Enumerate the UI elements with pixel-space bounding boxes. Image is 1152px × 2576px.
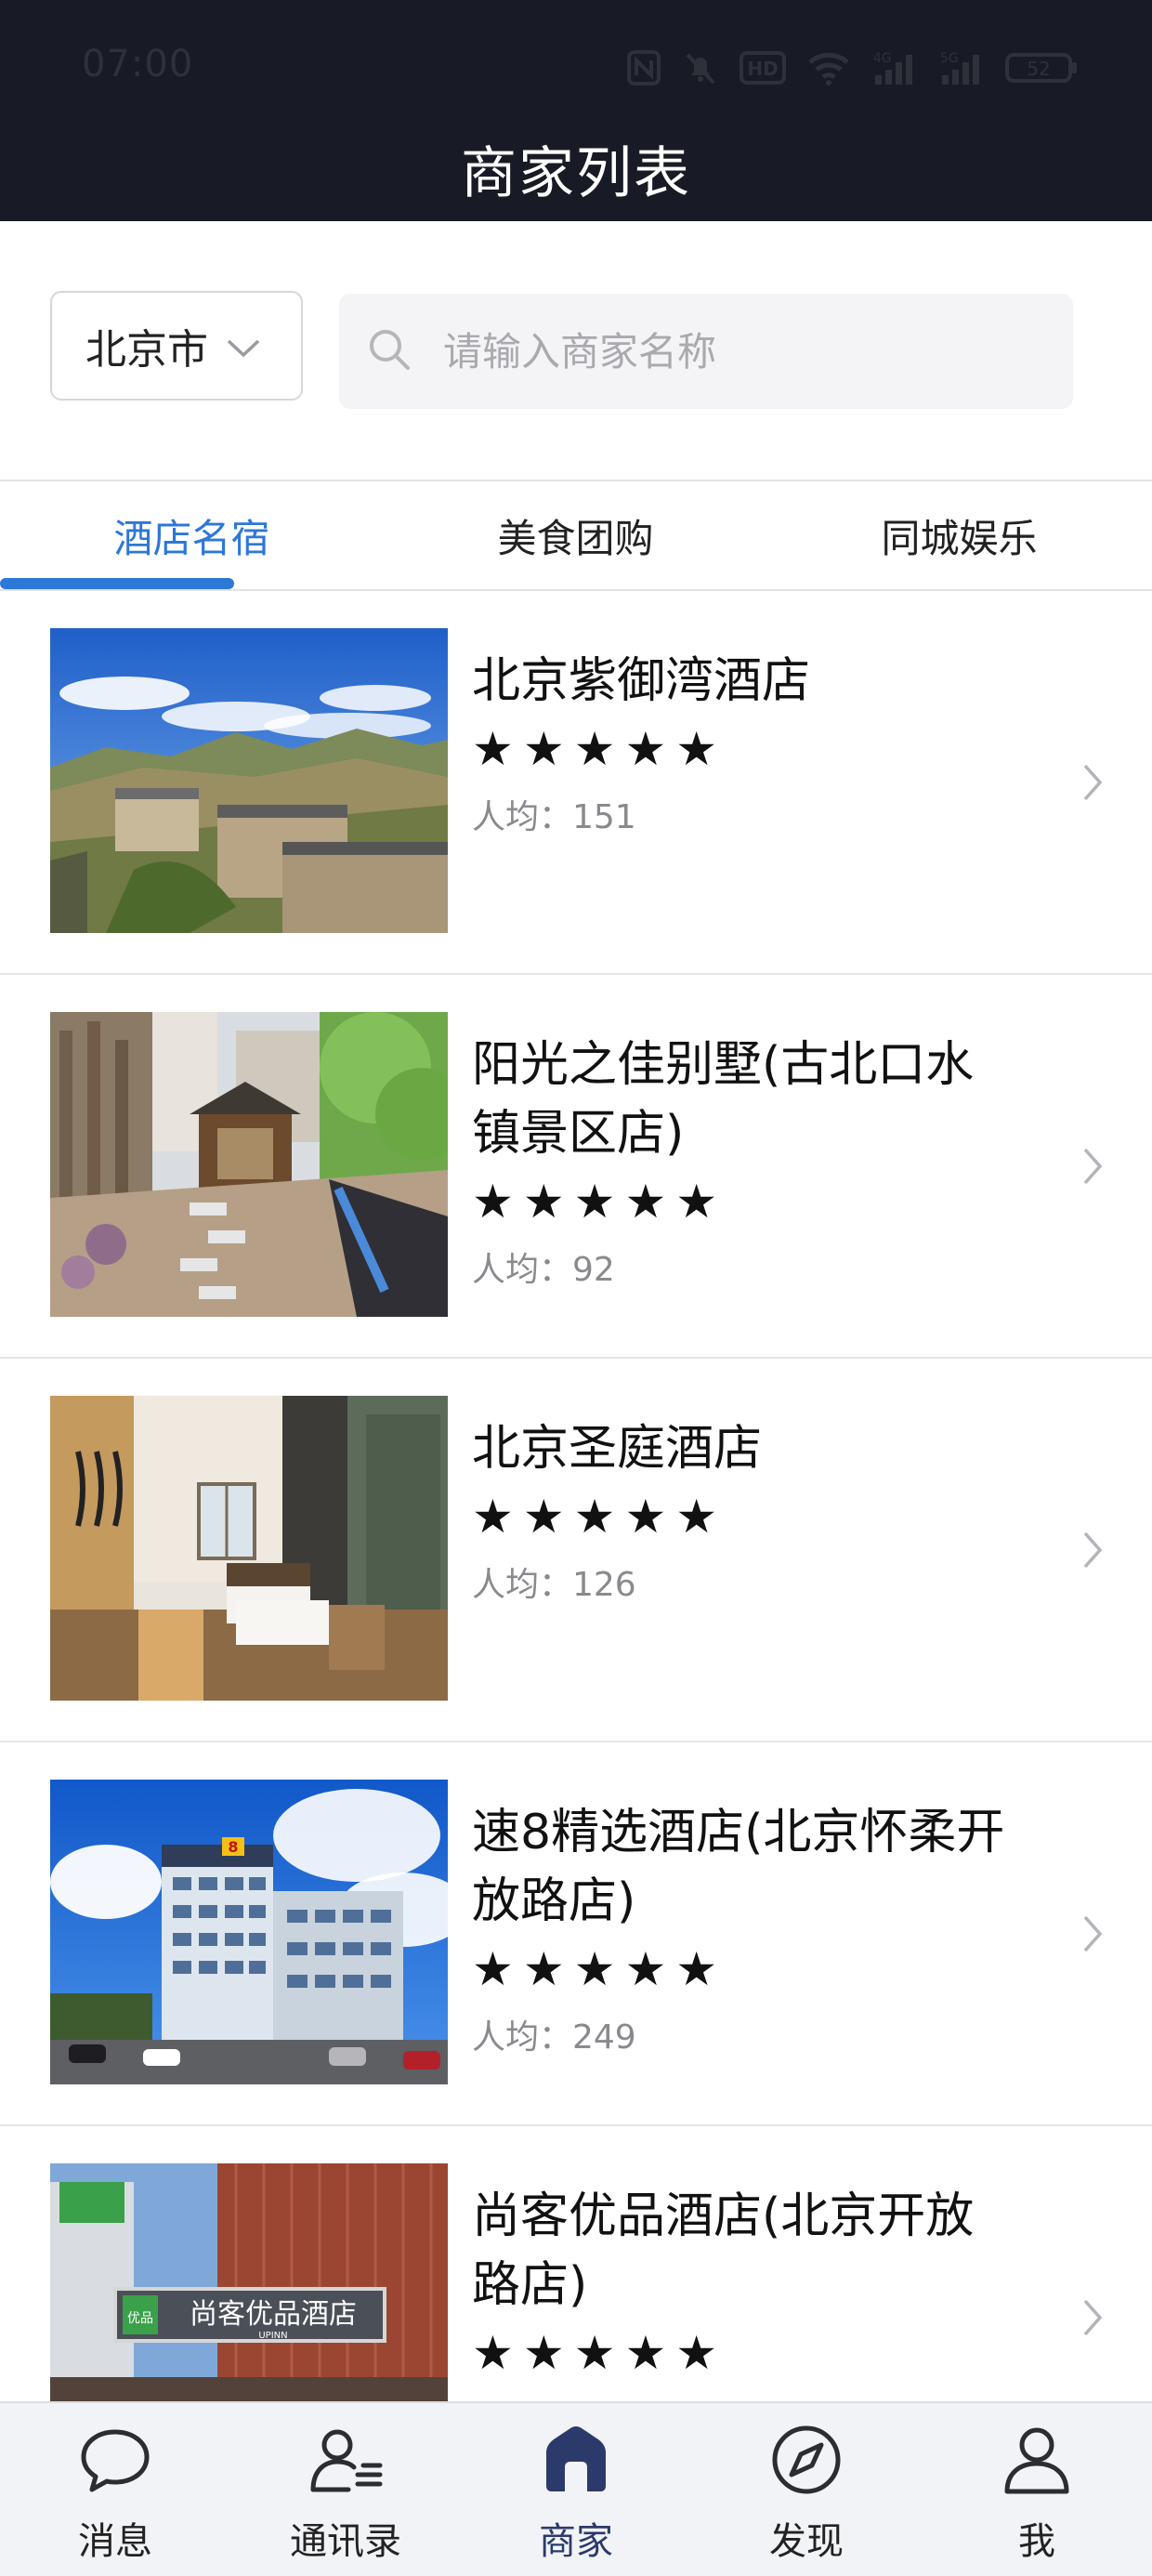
contacts-icon xyxy=(306,2420,386,2500)
nav-label: 通讯录 xyxy=(290,2520,401,2563)
store-icon xyxy=(541,2420,611,2500)
merchant-item[interactable]: 8 速8精选酒店(北京怀柔开放路店) ★★★★★ 人均：249 xyxy=(0,1742,1152,2126)
nav-label: 消息 xyxy=(78,2520,152,2563)
star-rating: ★★★★★ xyxy=(472,1175,727,1229)
merchant-info: 阳光之佳别墅(古北口水镇景区店) ★★★★★ 人均：92 xyxy=(472,1031,1011,1291)
merchant-item[interactable]: 北京圣庭酒店 ★★★★★ 人均：126 xyxy=(0,1359,1152,1742)
super8-mark: 8 xyxy=(228,1838,238,1856)
merchant-price: 人均：126 xyxy=(472,1566,636,1604)
tab-food[interactable]: 美食团购 xyxy=(384,481,767,589)
star-rating: ★★★★★ xyxy=(472,2326,727,2380)
merchant-name: 北京紫御湾酒店 xyxy=(472,653,811,709)
nav-discover[interactable]: 发现 xyxy=(691,2403,922,2576)
hotel-sign: 尚客优品酒店 xyxy=(190,2298,357,2331)
merchant-item[interactable]: 北京紫御湾酒店 ★★★★★ 人均：151 xyxy=(0,591,1152,975)
nav-label: 发现 xyxy=(769,2520,844,2563)
city-label: 北京市 xyxy=(85,326,208,374)
chevron-right-icon xyxy=(1081,1528,1104,1576)
merchant-photo xyxy=(50,628,448,933)
merchant-name: 速8精选酒店(北京怀柔开放路店) xyxy=(472,1805,1005,1929)
battery-level: 52 xyxy=(1027,58,1050,80)
merchant-info: 北京紫御湾酒店 ★★★★★ 人均：151 xyxy=(472,647,1011,838)
chevron-right-icon xyxy=(1081,1912,1104,1960)
user-icon xyxy=(1000,2420,1074,2500)
signal-4g-icon: 4G xyxy=(871,49,918,86)
city-dropdown[interactable]: 北京市 xyxy=(50,291,303,401)
nav-messages[interactable]: 消息 xyxy=(0,2403,230,2576)
chat-bubble-icon xyxy=(78,2420,152,2500)
chevron-right-icon xyxy=(1081,1144,1104,1192)
merchant-photo xyxy=(50,1396,448,1701)
tab-hotels[interactable]: 酒店名宿 xyxy=(0,481,384,589)
merchant-price: 人均：92 xyxy=(472,1251,615,1289)
network-label-5g: 5G xyxy=(940,51,959,66)
chevron-down-icon xyxy=(225,322,262,370)
battery-icon: 52 xyxy=(1005,49,1080,86)
search-icon xyxy=(367,327,412,375)
nav-label: 商家 xyxy=(539,2520,613,2563)
star-rating: ★★★★★ xyxy=(472,722,727,776)
nav-me[interactable]: 我 xyxy=(922,2403,1152,2576)
network-label-4g: 4G xyxy=(873,51,892,66)
hotel-sign-en: UPINN xyxy=(258,2331,287,2341)
merchant-name: 北京圣庭酒店 xyxy=(472,1421,763,1477)
chevron-right-icon xyxy=(1081,2295,1104,2344)
merchant-info: 速8精选酒店(北京怀柔开放路店) ★★★★★ 人均：249 xyxy=(472,1798,1011,2058)
merchant-photo: 优品 尚客优品酒店 UPINN xyxy=(50,2163,448,2401)
top-header: 07:00 HD 4G 5G 52 商家列表 xyxy=(0,0,1152,221)
merchant-list: 北京紫御湾酒店 ★★★★★ 人均：151 阳光之佳别墅(古北口水镇景区店) ★★… xyxy=(0,591,1152,2401)
status-icons: HD 4G 5G 52 xyxy=(626,46,1080,89)
merchant-info: 北京圣庭酒店 ★★★★★ 人均：126 xyxy=(472,1414,1011,1606)
nav-label: 我 xyxy=(1018,2520,1055,2563)
hd-label: HD xyxy=(747,58,778,80)
nav-merchants[interactable]: 商家 xyxy=(461,2403,691,2576)
page-title: 商家列表 xyxy=(461,141,691,206)
merchant-item[interactable]: 阳光之佳别墅(古北口水镇景区店) ★★★★★ 人均：92 xyxy=(0,975,1152,1359)
nav-contacts[interactable]: 通讯录 xyxy=(230,2403,461,2576)
chevron-right-icon xyxy=(1081,760,1104,808)
compass-icon xyxy=(769,2420,844,2500)
star-rating: ★★★★★ xyxy=(472,1490,727,1544)
search-input[interactable] xyxy=(441,327,1040,375)
merchant-name: 尚客优品酒店(北京开放路店) xyxy=(472,2188,975,2313)
bottom-nav: 消息 通讯录 商家 发现 我 xyxy=(0,2401,1152,2576)
merchant-photo xyxy=(50,1012,448,1317)
tab-entertainment[interactable]: 同城娱乐 xyxy=(767,481,1151,589)
logo-mark: 优品 xyxy=(127,2311,153,2326)
active-tab-indicator xyxy=(0,578,234,589)
merchant-name: 阳光之佳别墅(古北口水镇景区店) xyxy=(472,1037,975,1162)
search-box[interactable] xyxy=(339,294,1073,409)
merchant-photo: 8 xyxy=(50,1780,448,2084)
category-tabs: 酒店名宿 美食团购 同城娱乐 xyxy=(0,480,1152,591)
star-rating: ★★★★★ xyxy=(472,1942,727,1996)
wifi-icon xyxy=(806,49,851,86)
nfc-icon xyxy=(626,49,661,86)
merchant-price: 人均：151 xyxy=(472,798,636,836)
hd-icon: HD xyxy=(740,51,786,85)
mute-bell-icon xyxy=(682,49,719,86)
signal-5g-icon: 5G xyxy=(938,49,985,86)
merchant-item[interactable]: 优品 尚客优品酒店 UPINN 尚客优品酒店(北京开放路店) ★★★★★ xyxy=(0,2126,1152,2401)
status-time: 07:00 xyxy=(82,43,194,85)
merchant-info: 尚客优品酒店(北京开放路店) ★★★★★ xyxy=(472,2182,1011,2394)
merchant-price: 人均：249 xyxy=(472,2018,636,2057)
